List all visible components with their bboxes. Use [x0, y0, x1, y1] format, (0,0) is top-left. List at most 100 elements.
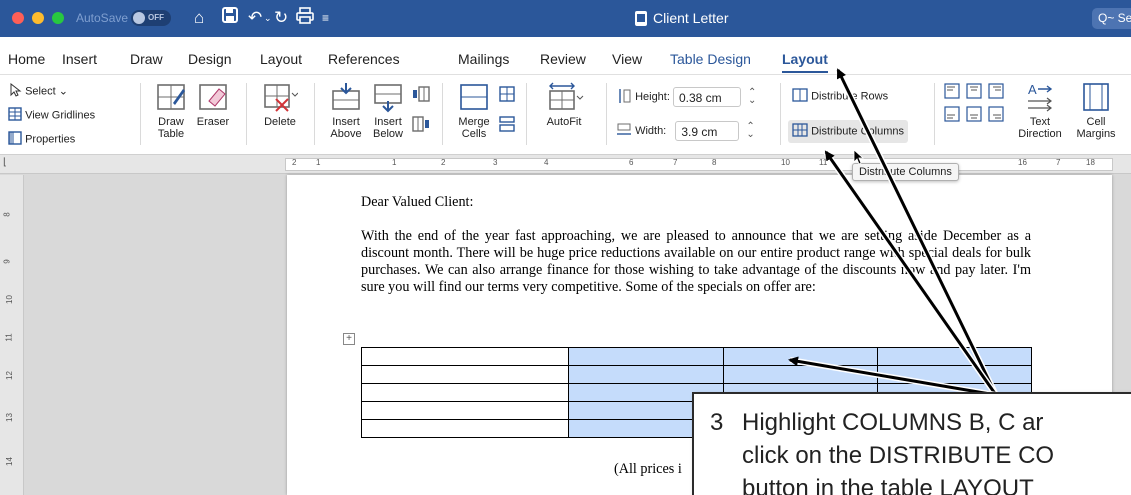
zoom-window-button[interactable] [52, 12, 64, 24]
document-body[interactable]: Dear Valued Client: With the end of the … [361, 194, 1031, 296]
ruler-text-area [285, 158, 1113, 171]
ruler-tick: 8 [712, 158, 717, 167]
height-stepper[interactable]: ⌃ ⌄ [748, 88, 756, 106]
insert-left-button[interactable] [412, 85, 430, 106]
horizontal-ruler[interactable]: ⌊ 2 1 1 2 3 4 6 7 8 10 11 16 7 18 [0, 155, 1131, 174]
insert-below-button[interactable]: Insert Below [368, 81, 408, 140]
home-icon[interactable]: ⌂ [194, 7, 204, 29]
align-bottom-center-icon[interactable] [966, 106, 984, 125]
merge-cells-icon [458, 81, 490, 116]
table-cell[interactable] [361, 365, 569, 384]
width-stepper[interactable]: ⌃ ⌄ [746, 122, 754, 140]
table-cell-selected[interactable] [568, 347, 724, 366]
divider [140, 83, 141, 145]
chevron-down-icon[interactable]: ⌄ [264, 7, 272, 29]
view-gridlines-button[interactable]: View Gridlines [8, 107, 95, 124]
divider [526, 83, 527, 145]
ruler-tick: 11 [819, 158, 828, 167]
align-top-left-icon[interactable] [944, 83, 962, 102]
align-top-right-icon[interactable] [988, 83, 1006, 102]
split-cells-button[interactable] [498, 85, 516, 106]
distribute-columns-button[interactable]: Distribute Columns [788, 120, 908, 143]
close-window-button[interactable] [12, 12, 24, 24]
prices-note[interactable]: (All prices i [614, 461, 682, 478]
row-height-input[interactable]: 0.38 cm [672, 87, 741, 107]
delete-button[interactable]: Delete [258, 81, 302, 128]
tab-mailings[interactable]: Mailings [458, 51, 509, 67]
tab-draw[interactable]: Draw [130, 51, 163, 67]
text-direction-button[interactable]: A Text Direction [1012, 81, 1068, 140]
ruler-tick: 3 [493, 158, 498, 167]
divider [606, 83, 607, 145]
ruler-tick: 13 [4, 413, 14, 422]
table-cell-selected[interactable] [723, 365, 878, 384]
insert-above-icon [330, 81, 362, 116]
split-table-icon [498, 115, 516, 136]
merge-cells-button[interactable]: Merge Cells [454, 81, 494, 140]
eraser-label: Eraser [196, 116, 230, 128]
column-width-input[interactable]: 3.9 cm [675, 121, 740, 141]
table-cell[interactable] [361, 419, 569, 438]
autofit-icon [544, 81, 584, 116]
insert-right-button[interactable] [412, 115, 430, 136]
split-table-button[interactable] [498, 115, 516, 136]
tab-table-design[interactable]: Table Design [670, 51, 751, 67]
table-cell-selected[interactable] [877, 365, 1032, 384]
letter-greeting[interactable]: Dear Valued Client: [361, 194, 1031, 211]
tab-stop-icon[interactable]: ⌊ [3, 157, 7, 168]
word-document-icon [635, 10, 647, 26]
autofit-button[interactable]: AutoFit [536, 81, 592, 128]
height-label: Height: [635, 90, 670, 103]
draw-table-button[interactable]: Draw Table [150, 81, 192, 140]
table-cell-selected[interactable] [877, 347, 1032, 366]
print-icon[interactable] [296, 7, 314, 29]
tab-table-layout[interactable]: Layout [782, 51, 828, 73]
divider [246, 83, 247, 145]
letter-paragraph[interactable]: With the end of the year fast approachin… [361, 228, 1031, 296]
tab-review[interactable]: Review [540, 51, 586, 67]
ruler-tick: 18 [1086, 158, 1095, 167]
vertical-ruler[interactable]: 8 9 10 11 12 13 14 [0, 175, 24, 495]
split-cells-icon [498, 85, 516, 106]
autosave-label: AutoSave [76, 11, 129, 25]
ruler-tick: 16 [1018, 158, 1027, 167]
align-top-center-icon[interactable] [966, 83, 984, 102]
tab-view[interactable]: View [612, 51, 642, 67]
tab-design[interactable]: Design [188, 51, 232, 67]
align-bottom-left-icon[interactable] [944, 106, 962, 125]
table-cell[interactable] [361, 383, 569, 402]
cell-margins-button[interactable]: Cell Margins [1070, 81, 1122, 140]
search-input[interactable]: Q~ Se [1092, 8, 1131, 29]
redo-icon[interactable]: ↻ [274, 7, 288, 29]
distribute-columns-label: Distribute Columns [811, 125, 904, 138]
eraser-button[interactable]: Eraser [192, 81, 234, 128]
tab-insert[interactable]: Insert [62, 51, 97, 67]
customize-toolbar-icon[interactable]: ≡ [322, 7, 329, 29]
align-bottom-right-icon[interactable] [988, 106, 1006, 125]
insert-above-button[interactable]: Insert Above [326, 81, 366, 140]
distribute-rows-button[interactable]: Distribute Rows [788, 85, 892, 108]
column-width-control: Width: 3.9 cm ⌃ ⌄ [616, 121, 755, 141]
table-cell-selected[interactable] [568, 365, 724, 384]
select-button[interactable]: Select ⌄ [8, 82, 68, 100]
tab-home[interactable]: Home [8, 51, 45, 67]
tab-references[interactable]: References [328, 51, 400, 67]
eraser-icon [197, 81, 229, 116]
ribbon-toolbar: Select ⌄ View Gridlines Properties Draw … [0, 75, 1131, 155]
minimize-window-button[interactable] [32, 12, 44, 24]
view-gridlines-label: View Gridlines [25, 109, 96, 122]
autosave-toggle[interactable]: OFF [131, 10, 171, 26]
toggle-knob [133, 12, 145, 24]
undo-icon[interactable]: ↶ [248, 7, 262, 29]
document-title-area: Client Letter [635, 10, 728, 26]
save-icon[interactable] [222, 7, 238, 29]
properties-button[interactable]: Properties [8, 131, 75, 148]
distribute-columns-tooltip: Distribute Columns [852, 163, 959, 181]
table-cell[interactable] [361, 347, 569, 366]
delete-table-icon [262, 81, 299, 116]
table-cell-selected[interactable] [723, 347, 878, 366]
table-cell[interactable] [361, 401, 569, 420]
table-move-handle-icon[interactable]: + [343, 333, 355, 345]
tab-layout[interactable]: Layout [260, 51, 302, 67]
text-direction-label: Text Direction [1018, 116, 1062, 140]
